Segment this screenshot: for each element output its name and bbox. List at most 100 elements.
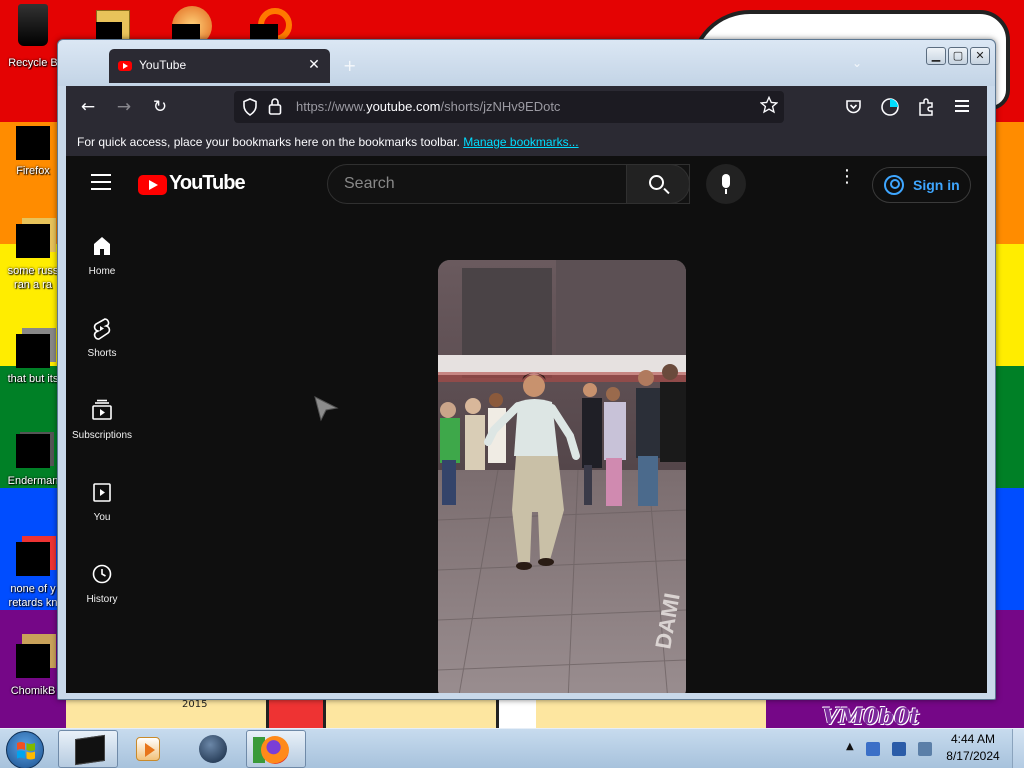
document-icon: [16, 224, 50, 258]
lock-icon[interactable]: [268, 97, 282, 115]
nav-item-home[interactable]: Home: [66, 234, 138, 308]
pocket-icon[interactable]: [845, 99, 862, 115]
sign-in-button[interactable]: Sign in: [872, 167, 971, 203]
desktop-icon-label-line2: retards kn: [8, 597, 58, 609]
taskbar: ▲ 4:44 AM 8/17/2024: [0, 728, 1024, 768]
wallpaper-signature: VM0b0t: [822, 704, 920, 730]
desktop-icon-firefox[interactable]: Firefox: [2, 108, 64, 178]
video-frame-image: DAMI: [438, 260, 686, 693]
desktop-icon-none-of-y[interactable]: none of y retards kn: [2, 528, 64, 610]
subscriptions-icon: [92, 399, 112, 420]
new-tab-button[interactable]: +: [343, 56, 356, 75]
desktop-icon-folder-top[interactable]: [92, 4, 136, 46]
url-domain: youtube.com: [366, 99, 441, 114]
you-icon: [93, 483, 111, 502]
browser-window: YouTube ✕ + ⌄ ▁ ▢ ✕ ← → ↻ https://www.yo…: [57, 39, 996, 700]
desktop-icon-some-russ[interactable]: some russ ran a ra: [2, 214, 64, 292]
sign-in-label: Sign in: [913, 177, 960, 193]
youtube-play-icon: [138, 175, 167, 195]
bookmarks-toolbar: For quick access, place your bookmarks h…: [66, 128, 987, 156]
desktop-icon-recycle-bin[interactable]: Recycle B: [2, 4, 64, 70]
desktop-icon-that-but-its[interactable]: that but its: [2, 322, 64, 386]
minimize-button[interactable]: ▁: [926, 47, 946, 65]
nav-item-label: Subscriptions: [71, 430, 133, 441]
desktop-icon-label-line2: ran a ra: [14, 279, 52, 291]
voice-search-button[interactable]: [706, 164, 746, 204]
settings-more-icon[interactable]: ⋮: [838, 168, 856, 186]
close-tab-icon[interactable]: ✕: [306, 56, 322, 74]
desktop-icon-label: Enderman: [7, 475, 59, 487]
tray-display-icon[interactable]: [892, 742, 906, 756]
desktop-icon-chomikb[interactable]: ChomikB: [2, 630, 64, 698]
nav-item-shorts[interactable]: Shorts: [66, 316, 138, 390]
windows-logo-icon: [17, 742, 35, 760]
tray-expand-icon[interactable]: ▲: [846, 741, 854, 752]
tray-volume-icon[interactable]: [918, 742, 932, 756]
youtube-favicon-icon: [118, 61, 132, 71]
manage-bookmarks-link[interactable]: Manage bookmarks...: [463, 135, 578, 149]
nav-item-you[interactable]: You: [66, 480, 138, 554]
desktop-icon-label: that but its: [7, 373, 59, 385]
history-icon: [92, 564, 112, 584]
recycle-bin-icon: [18, 4, 48, 46]
tracking-protection-shield-icon[interactable]: [242, 98, 258, 116]
window-titlebar[interactable]: YouTube ✕ + ⌄ ▁ ▢ ✕: [58, 40, 995, 86]
shorts-video-player[interactable]: DAMI: [438, 260, 686, 693]
navigation-toolbar: ← → ↻ https://www.youtube.com/shorts/jzN…: [66, 86, 987, 128]
reload-button[interactable]: ↻: [147, 94, 173, 120]
back-button[interactable]: ←: [75, 94, 101, 120]
shorts-icon: [93, 318, 111, 340]
tray-security-icon[interactable]: [866, 742, 880, 756]
wallpaper-year-text: 2015: [182, 699, 208, 710]
nav-item-label: Home: [88, 266, 116, 277]
desktop-icon-enderman[interactable]: Enderman: [2, 428, 64, 488]
search-button[interactable]: [626, 164, 690, 204]
tab-title: YouTube: [139, 58, 187, 72]
desktop-icon-opera-top[interactable]: [170, 4, 214, 48]
taskbar-app-media-player[interactable]: [118, 730, 178, 768]
url-text[interactable]: https://www.youtube.com/shorts/jzNHv9EDo…: [296, 99, 560, 114]
taskbar-app-terminal[interactable]: [58, 730, 118, 768]
extensions-icon[interactable]: [917, 97, 935, 117]
maximize-button[interactable]: ▢: [948, 47, 968, 65]
mini-guide: Home Shorts Subscriptions You History: [66, 226, 138, 636]
desktop-icon-ring-top[interactable]: [248, 4, 292, 48]
desktop-icon-label: ChomikB: [10, 685, 56, 697]
taskbar-clock[interactable]: 4:44 AM 8/17/2024: [940, 731, 1006, 765]
guide-menu-icon[interactable]: [91, 174, 111, 195]
search-placeholder: Search: [344, 175, 395, 192]
nav-item-label: You: [93, 512, 111, 523]
app-icon: [16, 434, 50, 468]
tab-youtube[interactable]: YouTube ✕: [109, 49, 330, 83]
nav-item-label: Shorts: [87, 348, 117, 359]
desktop-icon-label: Firefox: [16, 165, 50, 177]
nav-item-history[interactable]: History: [66, 562, 138, 636]
hamster-icon: [16, 644, 50, 678]
start-button[interactable]: [6, 731, 44, 768]
clock-time: 4:44 AM: [950, 732, 996, 746]
youtube-page: YouTube Search ⋮ Sign in Home Shorts Sub…: [66, 156, 987, 693]
firefox-logo-icon: [261, 736, 289, 764]
app-menu-button[interactable]: [955, 100, 969, 112]
nav-item-subscriptions[interactable]: Subscriptions: [66, 398, 138, 472]
bookmark-star-icon[interactable]: [760, 96, 778, 114]
nav-item-label: History: [86, 594, 118, 605]
app-icon: [16, 542, 50, 576]
show-desktop-button[interactable]: [1012, 729, 1024, 768]
desktop-icon-label: Recycle B: [8, 57, 58, 69]
firefox-icon: [16, 126, 50, 160]
youtube-logo-text: YouTube: [169, 172, 246, 194]
account-sync-icon[interactable]: [880, 97, 900, 117]
forward-button[interactable]: →: [111, 94, 137, 120]
media-player-icon: [136, 737, 160, 761]
account-icon: [884, 175, 904, 195]
url-bar[interactable]: https://www.youtube.com/shorts/jzNHv9EDo…: [234, 91, 784, 123]
list-all-tabs-button[interactable]: ⌄: [852, 56, 862, 70]
taskbar-app-firefox[interactable]: [246, 730, 306, 768]
app-icon: [16, 334, 50, 368]
close-window-button[interactable]: ✕: [970, 47, 990, 65]
taskbar-app-network[interactable]: [184, 730, 244, 768]
url-prefix: https://www.: [296, 99, 367, 114]
terminal-icon: [75, 734, 105, 766]
search-icon: [649, 175, 664, 190]
